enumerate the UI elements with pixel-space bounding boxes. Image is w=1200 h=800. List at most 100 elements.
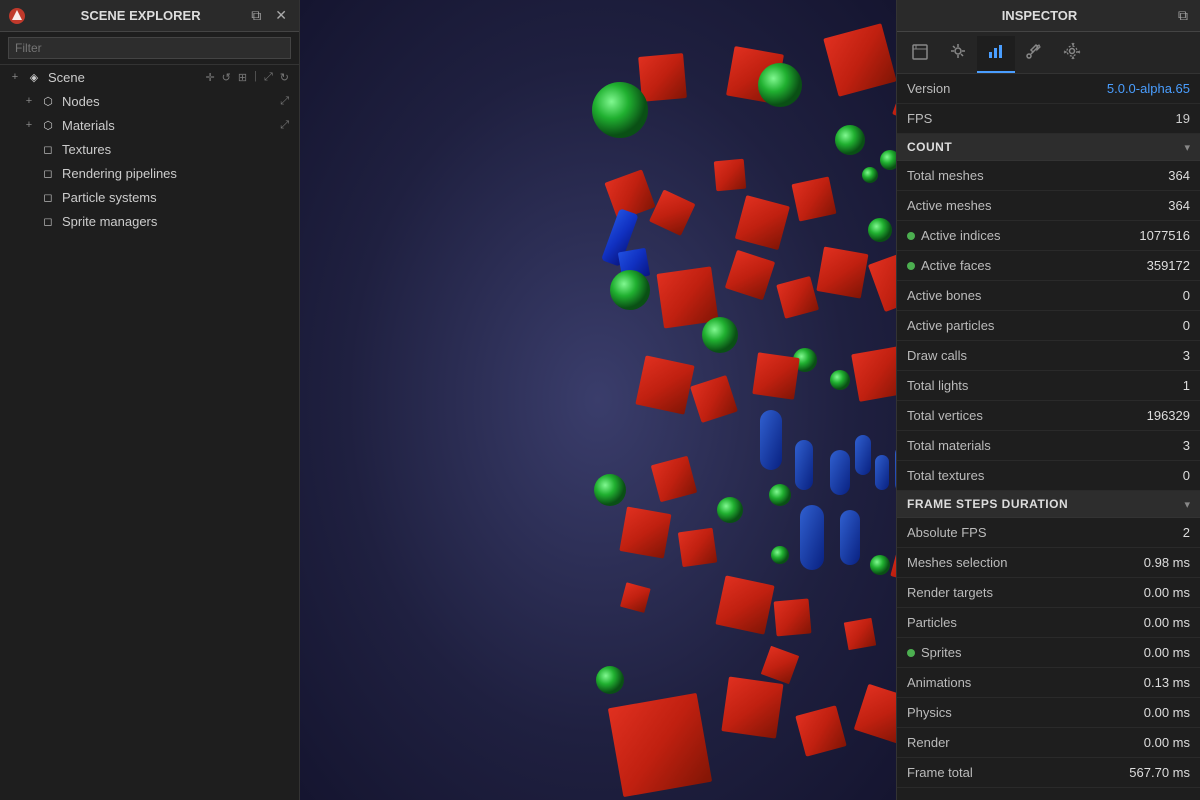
sprites-dot	[907, 649, 915, 657]
move-icon[interactable]: ✛	[203, 70, 216, 85]
sprites-label: Sprites	[921, 645, 1144, 660]
active-faces-label: Active faces	[921, 258, 1147, 273]
render-targets-row: Render targets 0.00 ms	[897, 578, 1200, 608]
physics-label: Physics	[907, 705, 1144, 720]
total-materials-label: Total materials	[907, 438, 1183, 453]
scene-icon: ◈	[26, 69, 42, 85]
nodes-label: Nodes	[62, 94, 278, 109]
grid-icon[interactable]: ⊞	[236, 70, 249, 85]
physics-value: 0.00 ms	[1144, 705, 1190, 720]
refresh-icon[interactable]: ↺	[220, 70, 233, 85]
active-faces-dot	[907, 262, 915, 270]
separator: |	[254, 70, 257, 85]
expand-icon-scene: +	[8, 71, 22, 83]
scene-explorer-panel: SCENE EXPLORER ⧉ ✕ + ◈ Scene ✛ ↺ ⊞ | ⤢ ↻…	[0, 0, 300, 800]
total-textures-label: Total textures	[907, 468, 1183, 483]
nodes-icon: ⬡	[40, 93, 56, 109]
tab-settings[interactable]	[1053, 36, 1091, 73]
meshes-selection-row: Meshes selection 0.98 ms	[897, 548, 1200, 578]
tree-item-sprite-managers[interactable]: ◻ Sprite managers	[0, 209, 299, 233]
active-faces-row: Active faces 359172	[897, 251, 1200, 281]
frame-total-label: Frame total	[907, 765, 1129, 780]
minimize-button[interactable]: ⧉	[247, 5, 265, 26]
materials-actions: ⤢	[278, 118, 291, 133]
total-vertices-label: Total vertices	[907, 408, 1147, 423]
total-materials-value: 3	[1183, 438, 1190, 453]
tab-debug[interactable]	[939, 36, 977, 73]
inspector-minimize-button[interactable]: ⧉	[1174, 5, 1192, 26]
animations-row: Animations 0.13 ms	[897, 668, 1200, 698]
active-bones-row: Active bones 0	[897, 281, 1200, 311]
sprites-icon: ◻	[40, 213, 56, 229]
particles-frame-value: 0.00 ms	[1144, 615, 1190, 630]
count-section-title: COUNT	[907, 140, 1184, 154]
scene-explorer-title: SCENE EXPLORER	[34, 8, 247, 23]
frame-steps-section-title: FRAME STEPS DURATION	[907, 497, 1184, 511]
materials-icon: ⬡	[40, 117, 56, 133]
materials-label: Materials	[62, 118, 278, 133]
total-lights-value: 1	[1183, 378, 1190, 393]
fps-label: FPS	[907, 111, 1176, 126]
active-particles-row: Active particles 0	[897, 311, 1200, 341]
scene-svg	[300, 0, 896, 800]
particles-row: Particles 0.00 ms	[897, 608, 1200, 638]
tree-item-scene[interactable]: + ◈ Scene ✛ ↺ ⊞ | ⤢ ↻	[0, 65, 299, 89]
nodes-actions: ⤢	[278, 94, 291, 109]
inspector-titlebar: INSPECTOR ⧉	[897, 0, 1200, 32]
scene-tree: + ◈ Scene ✛ ↺ ⊞ | ⤢ ↻ + ⬡ Nodes ⤢ + ⬡ Ma…	[0, 65, 299, 233]
tree-item-particle-systems[interactable]: ◻ Particle systems	[0, 185, 299, 209]
frame-steps-section-header[interactable]: FRAME STEPS DURATION ▾	[897, 491, 1200, 518]
fps-row: FPS 19	[897, 104, 1200, 134]
total-vertices-value: 196329	[1147, 408, 1190, 423]
active-indices-row: Active indices 1077516	[897, 221, 1200, 251]
inspector-panel: INSPECTOR ⧉	[896, 0, 1200, 800]
inspector-content[interactable]: Version 5.0.0-alpha.65 FPS 19 COUNT ▾ To…	[897, 74, 1200, 800]
settings-tab-icon	[1063, 42, 1081, 60]
nodes-expand-icon[interactable]: ⤢	[278, 94, 291, 109]
scene-actions: ✛ ↺ ⊞ | ⤢ ↻	[203, 70, 291, 85]
tab-scene[interactable]	[901, 36, 939, 73]
absolute-fps-value: 2	[1183, 525, 1190, 540]
fps-value: 19	[1176, 111, 1190, 126]
close-button[interactable]: ✕	[271, 5, 291, 26]
debug-tab-icon	[949, 42, 967, 60]
collapse-icon[interactable]: ↻	[278, 70, 291, 85]
tree-item-nodes[interactable]: + ⬡ Nodes ⤢	[0, 89, 299, 113]
total-vertices-row: Total vertices 196329	[897, 401, 1200, 431]
draw-calls-row: Draw calls 3	[897, 341, 1200, 371]
version-row: Version 5.0.0-alpha.65	[897, 74, 1200, 104]
tree-item-rendering-pipelines[interactable]: ◻ Rendering pipelines	[0, 161, 299, 185]
viewport[interactable]	[300, 0, 896, 800]
frame-total-row: Frame total 567.70 ms	[897, 758, 1200, 788]
materials-expand-icon[interactable]: ⤢	[278, 118, 291, 133]
filter-input[interactable]	[8, 37, 291, 59]
total-lights-label: Total lights	[907, 378, 1183, 393]
particles-label: Particle systems	[62, 190, 291, 205]
inspector-title: INSPECTOR	[905, 8, 1174, 23]
particles-frame-label: Particles	[907, 615, 1144, 630]
tab-tools[interactable]	[1015, 36, 1053, 73]
inspector-tabs	[897, 32, 1200, 74]
active-indices-label: Active indices	[921, 228, 1139, 243]
tree-item-textures[interactable]: ◻ Textures	[0, 137, 299, 161]
total-meshes-label: Total meshes	[907, 168, 1168, 183]
babylon-logo	[8, 7, 26, 25]
active-bones-value: 0	[1183, 288, 1190, 303]
active-meshes-row: Active meshes 364	[897, 191, 1200, 221]
expand-all-icon[interactable]: ⤢	[262, 70, 275, 85]
expand-icon-materials: +	[22, 119, 36, 131]
tab-stats[interactable]	[977, 36, 1015, 73]
count-section-header[interactable]: COUNT ▾	[897, 134, 1200, 161]
render-label: Render	[907, 735, 1144, 750]
total-materials-row: Total materials 3	[897, 431, 1200, 461]
rendering-label: Rendering pipelines	[62, 166, 291, 181]
active-meshes-value: 364	[1168, 198, 1190, 213]
frame-steps-chevron-icon: ▾	[1184, 498, 1190, 511]
absolute-fps-label: Absolute FPS	[907, 525, 1183, 540]
active-particles-label: Active particles	[907, 318, 1183, 333]
frame-steps-section-body: Absolute FPS 2 Meshes selection 0.98 ms …	[897, 518, 1200, 788]
version-label: Version	[907, 81, 1107, 96]
tree-item-materials[interactable]: + ⬡ Materials ⤢	[0, 113, 299, 137]
sprites-row: Sprites 0.00 ms	[897, 638, 1200, 668]
stats-tab-icon	[987, 42, 1005, 60]
